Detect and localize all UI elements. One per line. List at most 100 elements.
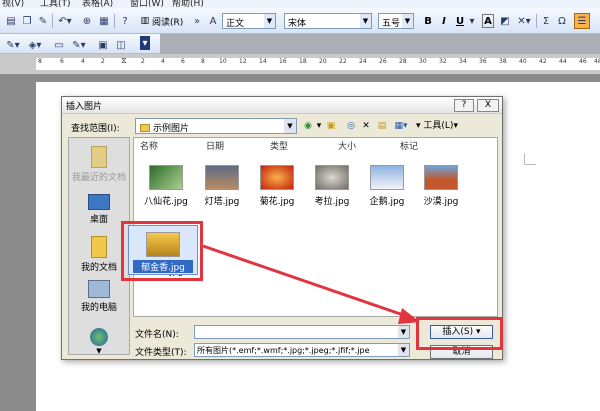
ruler-tick: 26 <box>379 58 387 65</box>
ruler-tick: 48 <box>594 58 600 65</box>
menu-help[interactable]: 帮助(H) <box>172 0 204 8</box>
file-type-label: 文件类型(T): <box>135 348 187 358</box>
insert-highlight-box <box>416 317 503 350</box>
file-name-input[interactable]: ▼ <box>194 325 410 339</box>
ruler-tick: 30 <box>419 58 427 65</box>
hyperlink-icon[interactable]: ⊕ <box>80 12 94 30</box>
ruler-tick: 36 <box>479 58 487 65</box>
ruler-tick: 44 <box>559 58 567 65</box>
thumbnail-image <box>260 165 294 190</box>
paste-icon[interactable]: ▤ <box>4 12 18 30</box>
tools-label: 工具(L) <box>423 121 454 131</box>
views-icon[interactable]: ▦▾ <box>392 119 410 133</box>
my-computer-icon <box>88 280 110 298</box>
chevron-down-icon[interactable]: ▼ <box>402 14 413 28</box>
column-date[interactable]: 日期 <box>206 139 224 152</box>
insert-table-icon[interactable]: ☰ <box>574 13 590 29</box>
chevron-down-icon[interactable]: ▼ <box>360 14 371 28</box>
undo-icon[interactable]: ↶▾ <box>56 12 74 30</box>
draw-icon[interactable]: ✎▾ <box>4 36 22 54</box>
chevron-down-icon[interactable]: ▼ <box>264 14 275 28</box>
font-size-combo[interactable]: 五号 ▼ <box>378 13 414 29</box>
network-globe-icon <box>90 328 108 346</box>
ruler-tick: 10 <box>219 58 227 65</box>
new-folder-icon[interactable]: ▤ <box>375 119 389 133</box>
copy-icon[interactable]: ❐ <box>20 12 34 30</box>
style-combo[interactable]: 正文 ▼ <box>222 13 276 29</box>
look-in-combo[interactable]: 示例图片 ▼ <box>135 118 297 134</box>
symbol-button[interactable]: Ω <box>556 12 568 30</box>
close-button[interactable]: X <box>477 99 499 112</box>
chevron-down-icon[interactable]: ▼ <box>398 326 409 338</box>
place-label: 我的文档 <box>80 263 117 273</box>
menu-view[interactable]: 视(V) <box>2 0 24 8</box>
menu-window[interactable]: 窗口(W) <box>130 0 164 8</box>
tools-menu[interactable]: ▾ 工具(L)▾ <box>412 119 462 133</box>
reading-mode-button[interactable]: ▥ 阅读(R) <box>136 12 188 30</box>
autoshapes-icon[interactable]: ◈▾ <box>26 36 44 54</box>
font-combo[interactable]: 宋体 ▼ <box>284 13 372 29</box>
file-item-desert[interactable]: 沙漠.jpg <box>413 165 469 207</box>
more-buttons-icon[interactable]: » <box>192 12 202 30</box>
file-item-hydrangeas[interactable]: 八仙花.jpg <box>138 165 194 207</box>
menu-tools[interactable]: 工具(T) <box>40 0 71 8</box>
help-icon[interactable]: ? <box>118 12 132 30</box>
formatting-toolbar: ▤ ❐ ✎ ↶▾ ⊕ ▦ ? ▥ 阅读(R) » A 正文 ▼ 宋体 ▼ 五号 ▼ B… <box>0 8 600 34</box>
place-desktop[interactable]: 桌面 <box>69 194 129 225</box>
thumbnail-image <box>205 165 239 190</box>
line-color-icon[interactable]: ✎▾ <box>70 36 88 54</box>
file-item-penguins[interactable]: 企鹅.jpg <box>359 165 415 207</box>
my-documents-icon <box>91 236 107 258</box>
place-my-documents[interactable]: 我的文档 <box>69 236 129 273</box>
font-color-icon[interactable]: ✕▾ <box>516 12 532 30</box>
search-web-icon[interactable]: ◎ <box>344 119 358 133</box>
file-item-lighthouse[interactable]: 灯塔.jpg <box>194 165 250 207</box>
file-item-chrysanthemum[interactable]: 菊花.jpg <box>249 165 305 207</box>
sum-button[interactable]: Σ <box>540 12 552 30</box>
highlight-icon[interactable]: ◩ <box>498 12 512 30</box>
indent-marker-icon[interactable]: ⧖ <box>121 56 127 66</box>
bold-button[interactable]: B <box>422 12 434 30</box>
ruler-tick: 4 <box>81 58 85 65</box>
format-painter-icon[interactable]: ✎ <box>36 12 50 30</box>
styles-icon[interactable]: A <box>206 12 220 30</box>
toolbar-options-icon[interactable]: ▾ <box>140 36 150 50</box>
shadow-icon[interactable]: ▣ <box>96 36 110 54</box>
folder-icon <box>140 124 150 132</box>
separator <box>114 14 115 28</box>
column-tags[interactable]: 标记 <box>400 139 418 152</box>
thumbnail-image <box>370 165 404 190</box>
dialog-titlebar[interactable]: 插入图片 ? X <box>62 97 502 114</box>
font-size-value: 五号 <box>382 19 401 29</box>
menu-table[interactable]: 表格(A) <box>82 0 113 8</box>
file-type-combo[interactable]: 所有图片(*.emf;*.wmf;*.jpg;*.jpeg;*.jfif;*.j… <box>194 343 410 357</box>
italic-button[interactable]: I <box>438 12 450 30</box>
character-border-button[interactable]: A <box>482 14 494 28</box>
up-folder-icon[interactable]: ▣ <box>324 119 338 133</box>
back-icon[interactable]: ◉ <box>301 119 315 133</box>
help-button[interactable]: ? <box>454 99 474 112</box>
delete-icon[interactable]: ✕ <box>360 119 372 133</box>
style-value: 正文 <box>226 19 245 29</box>
column-size[interactable]: 大小 <box>338 139 356 152</box>
3d-icon[interactable]: ◫ <box>114 36 128 54</box>
place-network[interactable] <box>69 328 129 348</box>
chevron-down-icon[interactable]: ▾ <box>316 119 322 133</box>
column-type[interactable]: 类型 <box>270 139 288 152</box>
chevron-down-icon[interactable]: ▼ <box>69 347 129 355</box>
place-recent[interactable]: 我最近的文档 <box>69 146 129 183</box>
chevron-down-icon[interactable]: ▼ <box>398 344 409 356</box>
underline-button[interactable]: U <box>454 12 466 30</box>
folder-icon[interactable]: ▭ <box>52 36 66 54</box>
place-my-computer[interactable]: 我的电脑 <box>69 280 129 313</box>
chevron-down-icon[interactable]: ▼ <box>284 119 296 133</box>
look-in-value: 示例图片 <box>153 124 190 134</box>
ruler-tick: 2 <box>101 58 105 65</box>
ruler-tick: 2 <box>141 58 145 65</box>
menu-bar: 视(V) 工具(T) 表格(A) 窗口(W) 帮助(H) <box>0 0 600 8</box>
table-icon[interactable]: ▦ <box>97 12 111 30</box>
recent-documents-icon <box>91 146 107 168</box>
column-name[interactable]: 名称 <box>140 139 158 152</box>
chevron-down-icon[interactable]: ▾ <box>468 12 476 30</box>
file-item-koala[interactable]: 考拉.jpg <box>304 165 360 207</box>
